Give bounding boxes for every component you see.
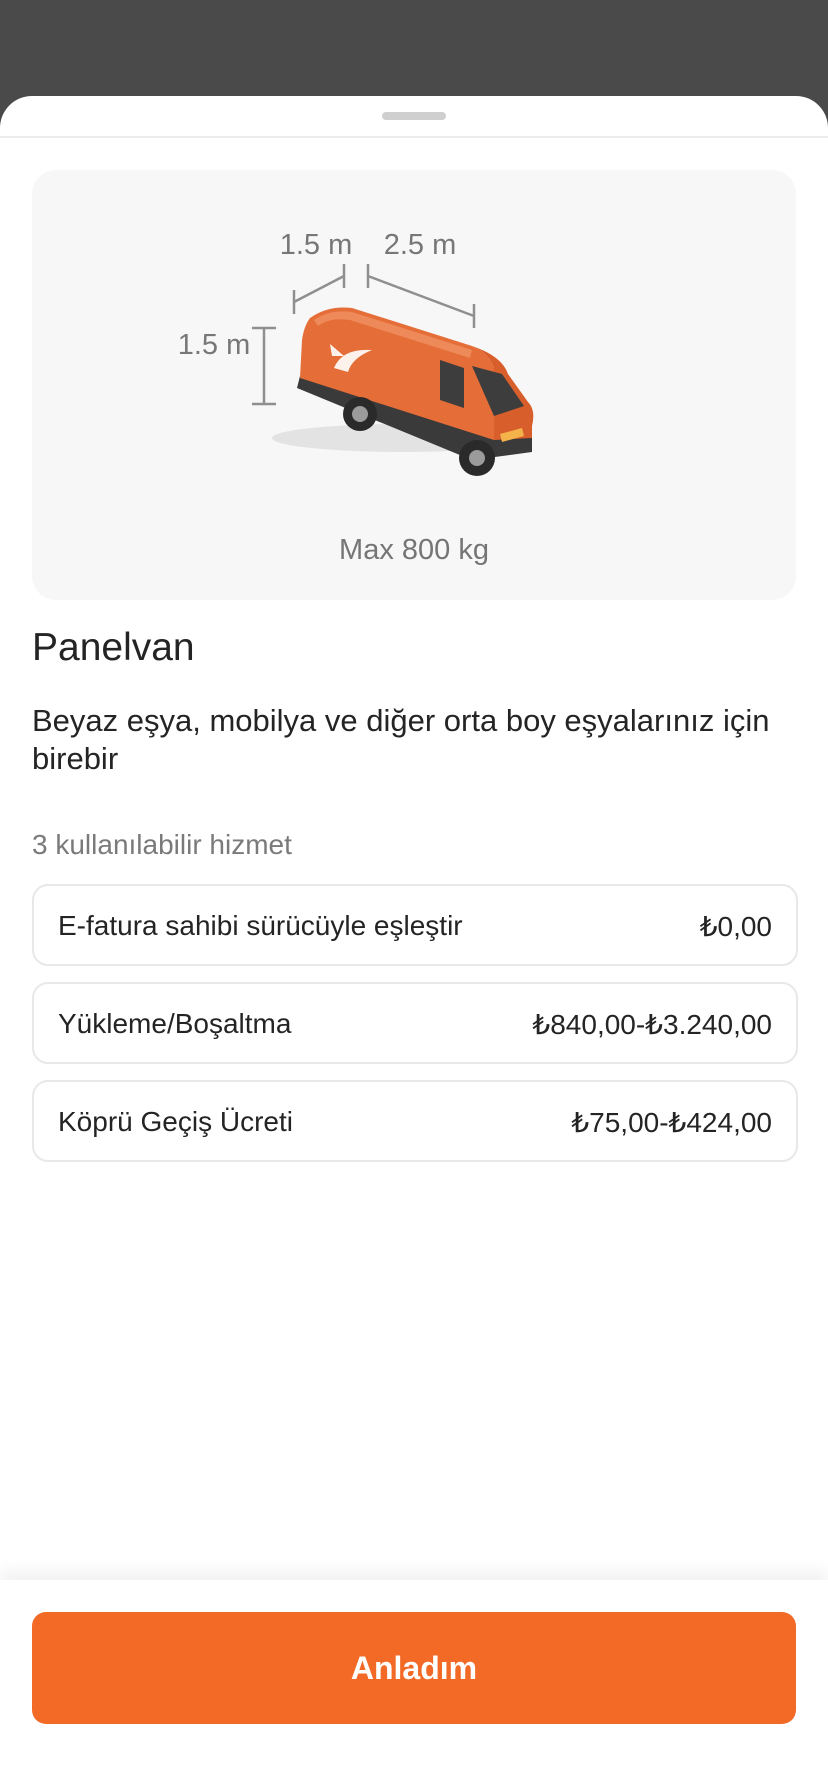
vehicle-capacity-label: Max 800 kg (339, 534, 489, 566)
bottom-sheet: 1.5 m 2.5 m 1.5 m Max 800 kg Panelvan Be… (0, 96, 828, 1792)
service-row-e-invoice[interactable]: E-fatura sahibi sürücüyle eşleştir ₺0,00 (32, 884, 798, 966)
sheet-grabber-handle[interactable] (382, 112, 446, 120)
service-price: ₺75,00-₺424,00 (571, 1107, 772, 1138)
vehicle-title: Panelvan (32, 626, 195, 669)
panel-van-image (272, 307, 534, 476)
service-name: Yükleme/Boşaltma (58, 1008, 292, 1039)
service-price: ₺0,00 (699, 911, 772, 942)
vehicle-description: Beyaz eşya, mobilya ve diğer orta boy eş… (32, 703, 770, 776)
dimension-depth-label: 1.5 m (280, 229, 353, 261)
dimension-height-label: 1.5 m (178, 329, 251, 361)
service-price: ₺840,00-₺3.240,00 (532, 1009, 772, 1040)
service-name: E-fatura sahibi sürücüyle eşleştir (58, 910, 463, 941)
sheet-divider (0, 136, 828, 138)
sheet-footer: Anladım (0, 1580, 828, 1725)
vehicle-hero-card: 1.5 m 2.5 m 1.5 m Max 800 kg (32, 170, 796, 600)
service-name: Köprü Geçiş Ücreti (58, 1106, 293, 1137)
home-indicator-area (0, 1725, 828, 1792)
services-count-label: 3 kullanılabilir hizmet (32, 829, 292, 860)
service-row-bridge-toll[interactable]: Köprü Geçiş Ücreti ₺75,00-₺424,00 (32, 1080, 798, 1162)
confirm-button[interactable]: Anladım (32, 1612, 796, 1724)
service-row-loading-unloading[interactable]: Yükleme/Boşaltma ₺840,00-₺3.240,00 (32, 982, 798, 1064)
dimension-length-label: 2.5 m (384, 229, 457, 261)
